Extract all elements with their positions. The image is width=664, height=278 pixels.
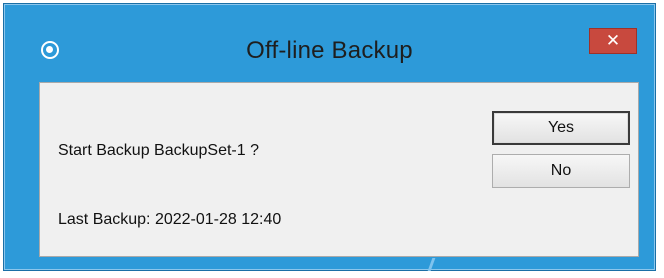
dialog-body: Start Backup BackupSet-1 ? Last Backup: … <box>39 82 639 257</box>
backup-prompt: Start Backup BackupSet-1 ? <box>58 142 259 159</box>
offline-backup-dialog: Off-line Backup ✕ Start Backup BackupSet… <box>3 3 656 271</box>
close-icon: ✕ <box>605 30 621 51</box>
title-bar[interactable]: Off-line Backup ✕ <box>4 4 655 82</box>
yes-button[interactable]: Yes <box>492 111 630 145</box>
window-title: Off-line Backup <box>246 37 413 64</box>
no-button[interactable]: No <box>492 154 630 188</box>
last-backup-info: Last Backup: 2022-01-28 12:40 <box>58 211 282 228</box>
close-button[interactable]: ✕ <box>589 28 637 54</box>
